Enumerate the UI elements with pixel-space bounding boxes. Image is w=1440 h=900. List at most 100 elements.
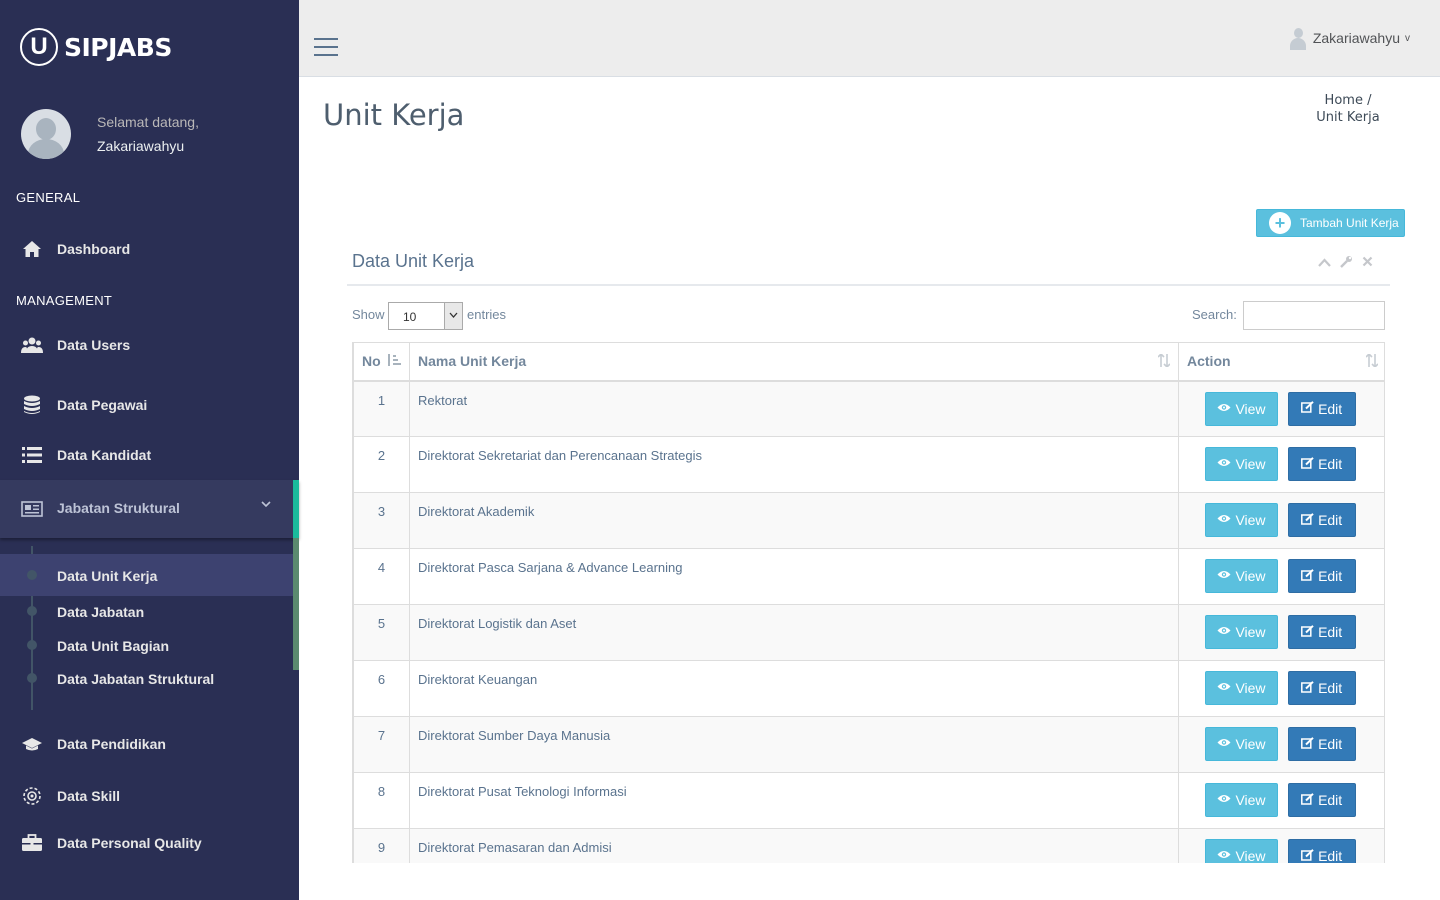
table-row: 4 Direktorat Pasca Sarjana & Advance Lea… — [353, 548, 1384, 605]
row-actions: View Edit — [1178, 548, 1384, 605]
eye-icon — [1217, 626, 1231, 638]
view-button[interactable]: View — [1205, 559, 1278, 593]
entries-select-value: 10 — [403, 310, 417, 324]
edit-button[interactable]: Edit — [1287, 559, 1356, 593]
submenu-item-data-jabatan-struktural[interactable]: Data Jabatan Struktural — [57, 671, 214, 687]
sidebar-item-data-skill[interactable]: Data Skill — [0, 776, 299, 816]
row-actions: View Edit — [1178, 380, 1384, 437]
edit-button[interactable]: Edit — [1287, 671, 1356, 705]
column-header-action[interactable]: Action — [1178, 342, 1384, 382]
edit-icon — [1301, 736, 1314, 752]
edit-button[interactable]: Edit — [1287, 391, 1356, 426]
table-row: 7 Direktorat Sumber Daya Manusia View Ed… — [353, 716, 1384, 773]
search-input[interactable] — [1243, 301, 1385, 330]
wrench-icon[interactable] — [1340, 255, 1353, 271]
sidebar-item-label: Data Personal Quality — [57, 835, 202, 851]
sidebar-item-data-kandidat[interactable]: Data Kandidat — [0, 435, 299, 475]
graduation-cap-icon — [21, 733, 43, 755]
view-button[interactable]: View — [1205, 839, 1278, 863]
row-unit-name: Direktorat Pemasaran dan Admisi — [409, 828, 1179, 863]
chevron-down-icon — [261, 497, 271, 511]
profile-username: Zakariawahyu — [97, 138, 185, 154]
brand[interactable]: U SIPJABS — [20, 28, 172, 66]
edit-button[interactable]: Edit — [1287, 783, 1356, 817]
submenu-item-data-jabatan[interactable]: Data Jabatan — [57, 604, 144, 620]
home-icon — [21, 238, 43, 260]
sidebar-item-data-users[interactable]: Data Users — [0, 325, 299, 365]
sort-icon — [1157, 352, 1171, 370]
sidebar-item-data-pendidikan[interactable]: Data Pendidikan — [0, 724, 299, 764]
row-number: 7 — [353, 716, 410, 773]
view-button[interactable]: View — [1205, 783, 1278, 817]
row-actions: View Edit — [1178, 716, 1384, 773]
edit-button[interactable]: Edit — [1287, 727, 1356, 761]
sidebar-item-data-pegawai[interactable]: Data Pegawai — [0, 385, 299, 425]
edit-button-label: Edit — [1318, 456, 1343, 472]
sidebar-item-data-personal-quality[interactable]: Data Personal Quality — [0, 823, 299, 863]
eye-icon — [1217, 850, 1231, 862]
row-actions: View Edit — [1178, 828, 1384, 863]
section-general: GENERAL — [16, 190, 81, 205]
search-label: Search: — [1192, 307, 1237, 322]
row-number: 1 — [353, 380, 410, 437]
entries-select[interactable]: 10 — [388, 302, 463, 330]
submenu-dot — [27, 570, 37, 580]
breadcrumb-home-link[interactable]: Home / — [1325, 93, 1372, 108]
close-icon[interactable] — [1362, 255, 1373, 271]
edit-button-label: Edit — [1318, 848, 1343, 863]
brand-logo-icon: U — [20, 28, 58, 66]
view-button[interactable]: View — [1205, 447, 1278, 481]
submenu-dot — [27, 673, 37, 683]
row-number: 3 — [353, 492, 410, 549]
edit-button-label: Edit — [1318, 568, 1343, 584]
eye-icon — [1217, 458, 1231, 470]
chevron-up-icon[interactable] — [1318, 255, 1331, 271]
sort-icon — [1365, 352, 1379, 370]
newspaper-icon — [21, 498, 43, 520]
view-button[interactable]: View — [1205, 391, 1278, 426]
row-number: 6 — [353, 660, 410, 717]
edit-icon — [1301, 568, 1314, 584]
column-header-nama-unit-kerja[interactable]: Nama Unit Kerja — [409, 342, 1179, 382]
edit-button[interactable]: Edit — [1287, 503, 1356, 537]
column-header-no[interactable]: No — [353, 342, 410, 382]
sidebar-item-jabatan-struktural[interactable]: Jabatan Struktural — [0, 480, 299, 538]
sidebar-item-label: Data Pegawai — [57, 397, 148, 413]
eye-icon — [1217, 794, 1231, 806]
panel-toolbox — [1318, 255, 1373, 271]
eye-icon — [1217, 570, 1231, 582]
view-button[interactable]: View — [1205, 727, 1278, 761]
view-button-label: View — [1235, 624, 1266, 640]
edit-icon — [1301, 456, 1314, 472]
row-unit-name: Direktorat Logistik dan Aset — [409, 604, 1179, 661]
row-unit-name: Direktorat Akademik — [409, 492, 1179, 549]
menu-toggle-icon[interactable] — [314, 38, 338, 56]
view-button[interactable]: View — [1205, 615, 1278, 649]
table-row: 3 Direktorat Akademik View Edit — [353, 492, 1384, 549]
row-unit-name: Direktorat Pasca Sarjana & Advance Learn… — [409, 548, 1179, 605]
submenu-item-data-unit-kerja[interactable]: Data Unit Kerja — [57, 568, 157, 584]
sidebar-item-label: Data Users — [57, 337, 131, 353]
table-row: 8 Direktorat Pusat Teknologi Informasi V… — [353, 772, 1384, 829]
edit-button[interactable]: Edit — [1287, 615, 1356, 649]
edit-icon — [1301, 512, 1314, 528]
edit-button[interactable]: Edit — [1287, 447, 1356, 481]
list-icon — [21, 444, 43, 466]
row-actions: View Edit — [1178, 492, 1384, 549]
edit-icon — [1301, 401, 1314, 416]
row-unit-name: Direktorat Pusat Teknologi Informasi — [409, 772, 1179, 829]
sidebar-item-dashboard[interactable]: Dashboard — [0, 229, 299, 269]
view-button[interactable]: View — [1205, 671, 1278, 705]
add-unit-kerja-button[interactable]: + Tambah Unit Kerja — [1256, 209, 1405, 237]
show-label: Show — [352, 307, 385, 322]
user-dropdown[interactable]: Zakariawahyu v — [1289, 28, 1410, 50]
submenu-item-data-unit-bagian[interactable]: Data Unit Bagian — [57, 638, 169, 654]
row-actions: View Edit — [1178, 772, 1384, 829]
top-navbar: Zakariawahyu v — [299, 0, 1440, 77]
profile: Selamat datang, Zakariawahyu — [21, 109, 199, 159]
view-button-label: View — [1235, 792, 1266, 808]
edit-button[interactable]: Edit — [1287, 839, 1356, 863]
view-button[interactable]: View — [1205, 503, 1278, 537]
eye-icon — [1217, 682, 1231, 694]
sidebar-item-label: Jabatan Struktural — [57, 500, 180, 516]
